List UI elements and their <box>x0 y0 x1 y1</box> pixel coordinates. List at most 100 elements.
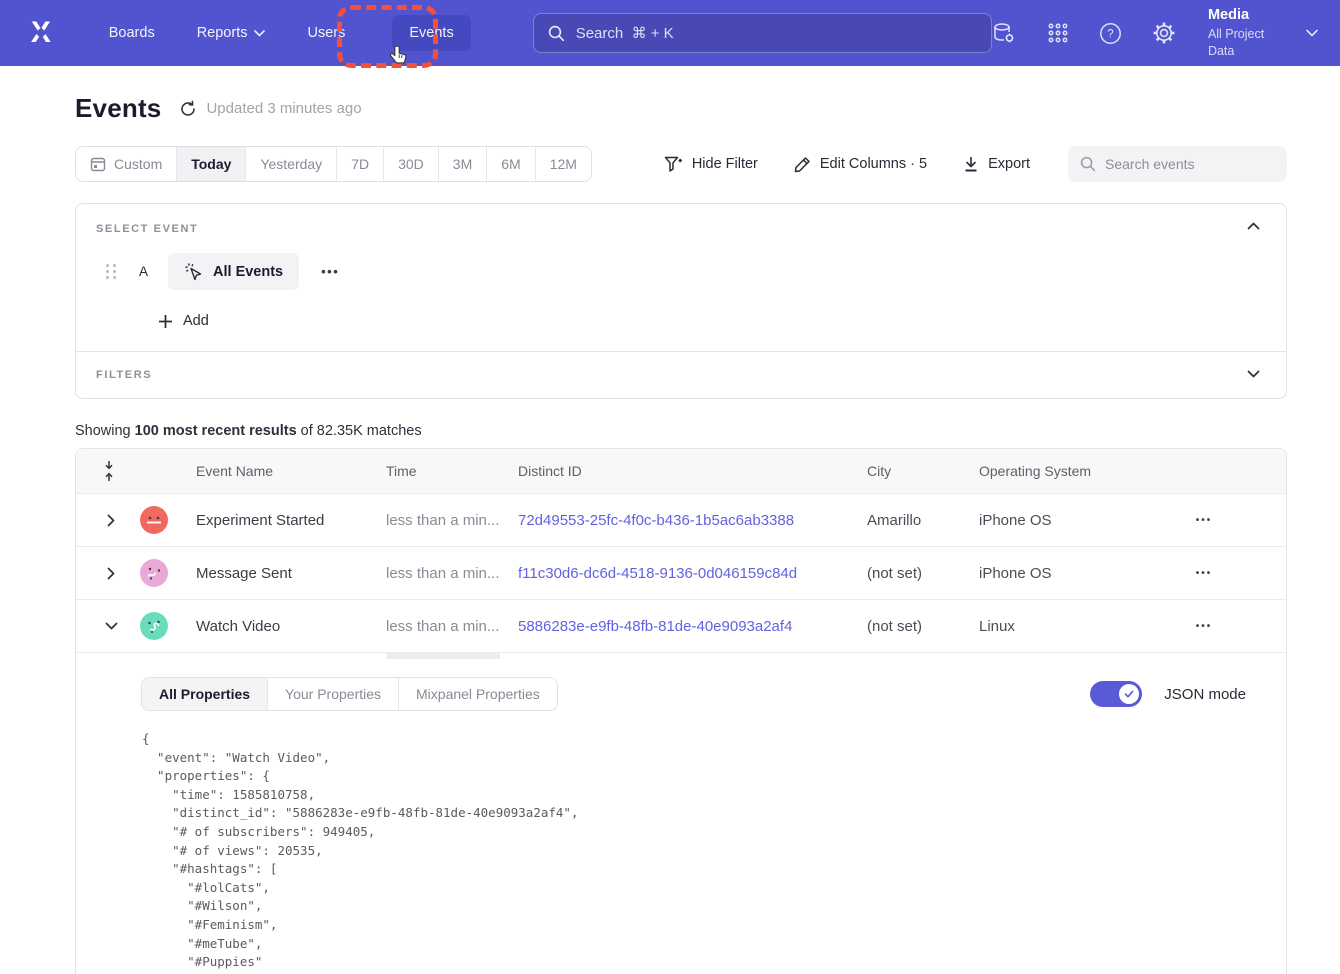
cell-city: (not set) <box>867 565 979 582</box>
toggle-check-icon <box>1119 684 1139 704</box>
date-range-today[interactable]: Today <box>177 147 246 181</box>
event-avatar <box>140 559 168 587</box>
cell-event-name: Watch Video <box>196 618 386 635</box>
page-title: Events <box>75 93 161 124</box>
date-range-7d[interactable]: 7D <box>337 147 384 181</box>
search-events-input[interactable] <box>1105 156 1275 172</box>
time-cell-underline <box>386 653 500 659</box>
date-range-30d[interactable]: 30D <box>384 147 439 181</box>
chevron-down-icon <box>1306 29 1318 37</box>
cell-distinct-id[interactable]: 72d49553-25fc-4f0c-b436-1b5ac6ab3388 <box>518 512 867 529</box>
table-row-expanded: Watch Video less than a min... 5886283e-… <box>76 600 1286 653</box>
row-more-button[interactable]: ••• <box>1196 568 1213 579</box>
updated-timestamp: Updated 3 minutes ago <box>206 100 361 117</box>
query-builder-card: SELECT EVENT A All Events ••• <box>75 203 1287 399</box>
col-header-time[interactable]: Time <box>386 463 518 479</box>
event-avatar <box>140 506 168 534</box>
plus-icon <box>158 314 173 329</box>
hide-filter-button[interactable]: Hide Filter <box>664 156 758 173</box>
table-header-row: Event Name Time Distinct ID City Operati… <box>76 449 1286 494</box>
cell-os: iPhone OS <box>979 565 1134 582</box>
settings-gear-icon[interactable] <box>1152 21 1176 45</box>
event-row-more-button[interactable]: ••• <box>321 264 339 279</box>
date-range-selector: Custom Today Yesterday 7D 30D 3M 6M 12M <box>75 146 592 182</box>
filters-label: FILTERS <box>96 369 152 381</box>
date-range-custom[interactable]: Custom <box>76 147 177 181</box>
project-subtitle: All Project Data <box>1208 26 1292 60</box>
cell-distinct-id[interactable]: 5886283e-e9fb-48fb-81de-40e9093a2af4 <box>518 618 867 635</box>
top-nav: X Boards Reports Users Events <box>0 0 1340 66</box>
calendar-icon <box>90 156 106 172</box>
select-event-label: SELECT EVENT <box>96 223 1266 235</box>
row-expand-chevron-right-icon[interactable] <box>101 508 121 533</box>
col-header-os[interactable]: Operating System <box>979 463 1134 479</box>
global-search[interactable] <box>533 13 992 53</box>
json-mode-toggle[interactable] <box>1090 681 1142 707</box>
filter-funnel-icon <box>664 156 683 173</box>
edit-columns-button[interactable]: Edit Columns · 5 <box>794 156 927 173</box>
refresh-icon[interactable] <box>179 100 197 118</box>
apps-grid-icon[interactable] <box>1047 22 1069 44</box>
magic-cursor-icon <box>184 262 203 281</box>
filters-section-toggle[interactable]: FILTERS <box>76 351 1286 398</box>
results-summary: Showing 100 most recent results of 82.35… <box>75 423 1287 439</box>
event-selector-all-events[interactable]: All Events <box>168 253 299 290</box>
row-collapse-chevron-down-icon[interactable] <box>99 616 124 636</box>
search-icon <box>1080 156 1096 172</box>
nav-item-reports[interactable]: Reports <box>197 25 266 41</box>
cell-event-name: Experiment Started <box>196 512 386 529</box>
nav-item-boards[interactable]: Boards <box>109 25 155 41</box>
svg-text:?: ? <box>1107 28 1113 40</box>
collapse-section-chevron-up-icon[interactable] <box>1241 216 1266 236</box>
project-switcher[interactable]: Media All Project Data <box>1208 6 1318 59</box>
help-icon[interactable]: ? <box>1099 22 1122 45</box>
search-icon <box>548 25 565 42</box>
row-more-button[interactable]: ••• <box>1196 515 1213 526</box>
cell-time: less than a min... <box>386 565 518 582</box>
col-header-event-name[interactable]: Event Name <box>196 463 386 479</box>
global-search-input[interactable] <box>576 25 977 42</box>
json-mode-label: JSON mode <box>1164 686 1246 703</box>
table-row: Message Sent less than a min... f11c30d6… <box>76 547 1286 600</box>
drag-handle[interactable] <box>106 264 117 279</box>
date-range-12m[interactable]: 12M <box>536 147 591 181</box>
date-range-3m[interactable]: 3M <box>439 147 487 181</box>
table-row: Experiment Started less than a min... 72… <box>76 494 1286 547</box>
row-more-button[interactable]: ••• <box>1196 621 1213 632</box>
date-range-yesterday[interactable]: Yesterday <box>246 147 337 181</box>
events-table: Event Name Time Distinct ID City Operati… <box>75 448 1287 974</box>
search-events-box[interactable] <box>1068 146 1287 182</box>
event-row-letter: A <box>139 264 148 279</box>
event-avatar <box>140 612 168 640</box>
data-management-icon[interactable] <box>992 21 1017 45</box>
tab-mixpanel-properties[interactable]: Mixpanel Properties <box>399 678 557 710</box>
chevron-down-icon <box>254 30 265 37</box>
nav-item-users[interactable]: Users <box>307 25 345 41</box>
date-range-6m[interactable]: 6M <box>487 147 535 181</box>
cell-distinct-id[interactable]: f11c30d6-dc6d-4518-9136-0d046159c84d <box>518 565 867 582</box>
col-header-distinct-id[interactable]: Distinct ID <box>518 463 867 479</box>
pencil-icon <box>794 156 811 173</box>
properties-tabs: All Properties Your Properties Mixpanel … <box>141 677 558 711</box>
cell-city: (not set) <box>867 618 979 635</box>
event-detail-panel: All Properties Your Properties Mixpanel … <box>76 653 1286 974</box>
cell-event-name: Message Sent <box>196 565 386 582</box>
export-button[interactable]: Export <box>963 156 1030 173</box>
mixpanel-logo[interactable]: X <box>22 16 60 50</box>
tab-your-properties[interactable]: Your Properties <box>268 678 399 710</box>
add-event-button[interactable]: Add <box>158 313 1266 329</box>
cell-time: less than a min... <box>386 618 518 635</box>
tab-all-properties[interactable]: All Properties <box>142 678 268 710</box>
cell-os: Linux <box>979 618 1134 635</box>
expand-section-chevron-down-icon[interactable] <box>1241 364 1266 384</box>
cell-time: less than a min... <box>386 512 518 529</box>
row-expand-chevron-right-icon[interactable] <box>101 561 121 586</box>
project-name: Media <box>1208 6 1292 26</box>
cell-os: iPhone OS <box>979 512 1134 529</box>
sort-icon[interactable] <box>104 460 118 482</box>
download-icon <box>963 156 979 173</box>
nav-item-events[interactable]: Events <box>392 15 470 51</box>
col-header-city[interactable]: City <box>867 463 979 479</box>
cell-city: Amarillo <box>867 512 979 529</box>
event-json-viewer[interactable]: { "event": "Watch Video", "properties": … <box>142 730 1266 974</box>
